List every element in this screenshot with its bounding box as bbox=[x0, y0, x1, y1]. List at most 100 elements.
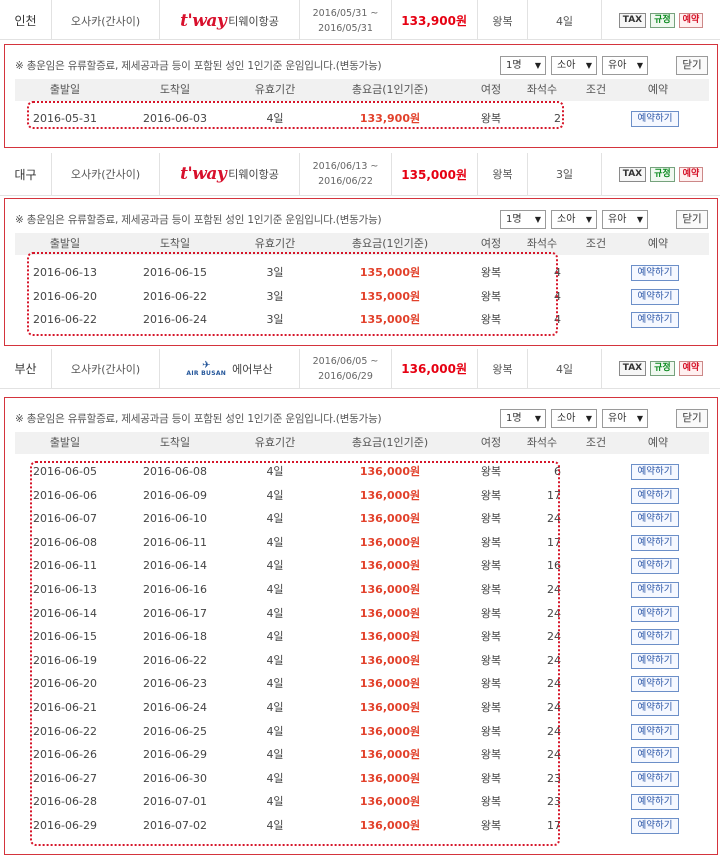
close-button[interactable]: 닫기 bbox=[676, 409, 708, 428]
fare-summary-row: 부산 오사카(간사이) ✈ AIR BUSAN 에어부산 2016/06/05 ~2016… bbox=[0, 349, 720, 389]
validity: 4일 bbox=[266, 653, 284, 667]
seat-count: 23 bbox=[547, 771, 561, 785]
reserve-button[interactable]: 예약하기 bbox=[631, 534, 679, 551]
fare-row: 2016-06-28 2016-07-01 4일 136,000원 왕복 23 예약하기 bbox=[15, 790, 709, 814]
validity: 3일 bbox=[266, 289, 284, 303]
validity: 4일 bbox=[266, 724, 284, 738]
arrival-date: 2016-06-24 bbox=[143, 701, 207, 714]
book-button[interactable]: 예약 bbox=[678, 361, 704, 376]
reserve-button[interactable]: 예약하기 bbox=[631, 111, 679, 127]
header-validity: 유효기간 bbox=[254, 237, 296, 250]
airline-name: 티웨이항공 bbox=[228, 168, 279, 181]
adult-count-select-value: 1명 bbox=[506, 60, 522, 71]
departure-date: 2016-06-06 bbox=[33, 488, 97, 502]
seat-count: 17 bbox=[547, 535, 561, 549]
child-count-select[interactable]: 소아 ▼ bbox=[551, 56, 597, 75]
seat-count: 24 bbox=[547, 653, 561, 667]
reserve-button[interactable]: 예약하기 bbox=[631, 723, 679, 740]
close-button[interactable]: 닫기 bbox=[676, 210, 708, 229]
chevron-down-icon: ▼ bbox=[585, 61, 592, 70]
reserve-button[interactable]: 예약하기 bbox=[631, 464, 679, 480]
chevron-down-icon: ▼ bbox=[534, 215, 541, 224]
trip-type: 왕복 bbox=[478, 349, 528, 388]
action-badges: TAX 규정 예약 bbox=[602, 349, 720, 388]
chevron-down-icon: ▼ bbox=[636, 414, 643, 423]
child-count-select[interactable]: 소아 ▼ bbox=[551, 409, 597, 428]
seat-count: 24 bbox=[547, 677, 561, 691]
period-end: 2016/05/31 bbox=[318, 22, 373, 34]
adult-count-select[interactable]: 1명 ▼ bbox=[500, 409, 546, 428]
tax-button[interactable]: TAX bbox=[618, 361, 647, 376]
reserve-button[interactable]: 예약하기 bbox=[631, 676, 679, 693]
validity: 4일 bbox=[266, 795, 284, 809]
reserve-button[interactable]: 예약하기 bbox=[631, 794, 679, 811]
reserve-button[interactable]: 예약하기 bbox=[631, 747, 679, 764]
stay-length: 4일 bbox=[528, 349, 602, 388]
fare-row: 2016-06-05 2016-06-08 4일 136,000원 왕복 6 예약하기 bbox=[15, 460, 709, 484]
seat-count: 24 bbox=[547, 606, 561, 620]
seat-count: 24 bbox=[547, 701, 561, 714]
trip-type: 왕복 bbox=[480, 677, 502, 691]
lowest-price: 136,000원 bbox=[392, 349, 478, 388]
reserve-button[interactable]: 예약하기 bbox=[631, 558, 679, 575]
reserve-button[interactable]: 예약하기 bbox=[631, 312, 679, 329]
close-button[interactable]: 닫기 bbox=[676, 56, 708, 75]
plane-icon: ✈ bbox=[202, 359, 211, 371]
fare-row: 2016-06-13 2016-06-16 4일 136,000원 왕복 24 예약하기 bbox=[15, 578, 709, 602]
book-button[interactable]: 예약 bbox=[678, 166, 704, 182]
infant-count-select[interactable]: 유아 ▼ bbox=[602, 210, 648, 229]
fare-notice: ※ 총운임은 유류할증료, 제세공과금 등이 포함된 성인 1인기준 운임입니다… bbox=[15, 60, 382, 72]
fare-notice: ※ 총운임은 유류할증료, 제세공과금 등이 포함된 성인 1인기준 운임입니다… bbox=[15, 214, 382, 226]
airline-name: 에어부산 bbox=[232, 362, 273, 376]
rules-button[interactable]: 규정 bbox=[650, 13, 675, 28]
trip-type: 왕복 bbox=[480, 724, 502, 738]
seat-count: 17 bbox=[547, 488, 561, 502]
header-trip: 여정 bbox=[480, 237, 502, 250]
reserve-button[interactable]: 예약하기 bbox=[631, 265, 679, 281]
book-button[interactable]: 예약 bbox=[678, 13, 704, 28]
departure-date: 2016-06-22 bbox=[33, 724, 97, 738]
child-count-select[interactable]: 소아 ▼ bbox=[551, 210, 597, 229]
table-header: 출발일 도착일 유효기간 총요금(1인기준) 여정 좌석수 조건 예약 bbox=[15, 432, 709, 454]
tax-button[interactable]: TAX bbox=[618, 13, 647, 28]
adult-count-select[interactable]: 1명 ▼ bbox=[500, 210, 546, 229]
reserve-button[interactable]: 예약하기 bbox=[631, 700, 679, 716]
trip-type: 왕복 bbox=[480, 289, 502, 303]
total-fare: 136,000원 bbox=[359, 583, 421, 596]
total-fare: 136,000원 bbox=[359, 465, 421, 478]
departure-date: 2016-05-31 bbox=[33, 112, 97, 125]
departure-city: 부산 bbox=[0, 349, 52, 388]
table-header: 출발일 도착일 유효기간 총요금(1인기준) 여정 좌석수 조건 예약 bbox=[15, 79, 709, 101]
tax-button[interactable]: TAX bbox=[618, 166, 647, 182]
reserve-button[interactable]: 예약하기 bbox=[631, 652, 679, 669]
adult-count-select[interactable]: 1명 ▼ bbox=[500, 56, 546, 75]
reserve-button[interactable]: 예약하기 bbox=[631, 605, 679, 622]
rules-button[interactable]: 규정 bbox=[650, 361, 675, 376]
trip-type: 왕복 bbox=[480, 266, 502, 279]
reserve-button[interactable]: 예약하기 bbox=[631, 288, 679, 305]
reserve-button[interactable]: 예약하기 bbox=[631, 511, 679, 528]
destination: 오사카(간사이) bbox=[52, 0, 160, 39]
reserve-button[interactable]: 예약하기 bbox=[631, 770, 679, 787]
validity: 4일 bbox=[266, 535, 284, 549]
infant-count-select[interactable]: 유아 ▼ bbox=[602, 56, 648, 75]
reserve-button[interactable]: 예약하기 bbox=[631, 487, 679, 504]
total-fare: 133,900원 bbox=[359, 112, 421, 125]
reserve-button[interactable]: 예약하기 bbox=[631, 629, 679, 646]
child-count-select-value: 소아 bbox=[557, 214, 576, 225]
fare-row: 2016-06-27 2016-06-30 4일 136,000원 왕복 23 예약하기 bbox=[15, 767, 709, 791]
trip-type: 왕복 bbox=[480, 819, 502, 832]
header-total-fare: 총요금(1인기준) bbox=[351, 237, 429, 250]
total-fare: 136,000원 bbox=[359, 653, 421, 667]
reserve-button[interactable]: 예약하기 bbox=[631, 582, 679, 598]
trip-type: 왕복 bbox=[480, 771, 502, 785]
infant-count-select[interactable]: 유아 ▼ bbox=[602, 409, 648, 428]
child-count-select-value: 소아 bbox=[557, 60, 576, 71]
departure-date: 2016-06-22 bbox=[33, 313, 97, 327]
reserve-button[interactable]: 예약하기 bbox=[631, 818, 679, 834]
fare-row: 2016-06-26 2016-06-29 4일 136,000원 왕복 24 예약하기 bbox=[15, 743, 709, 767]
departure-date: 2016-06-11 bbox=[33, 559, 97, 573]
rules-button[interactable]: 규정 bbox=[650, 166, 675, 182]
validity: 4일 bbox=[266, 771, 284, 785]
validity: 4일 bbox=[266, 559, 284, 573]
